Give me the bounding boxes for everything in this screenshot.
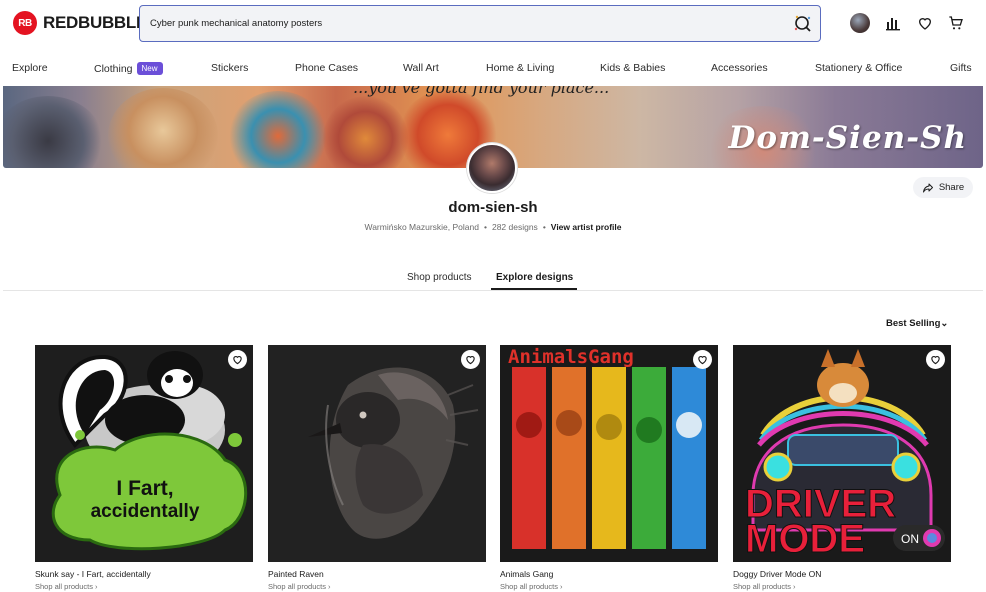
new-badge: New — [136, 62, 163, 75]
nav-explore[interactable]: Explore — [12, 62, 48, 74]
heart-icon — [931, 355, 940, 365]
artist-meta: Warmińsko Mazurskie, Poland • 282 designs •… — [364, 222, 622, 232]
share-label: Share — [938, 182, 965, 193]
doggy-driver-artwork: DRIVER MODE ON — [745, 349, 945, 562]
nav-accessories[interactable]: Accessories — [711, 62, 768, 74]
nav-wall-art[interactable]: Wall Art — [403, 62, 439, 74]
share-icon — [922, 183, 933, 192]
favorite-button[interactable] — [461, 350, 480, 369]
design-image[interactable] — [268, 345, 486, 562]
design-title[interactable]: Painted Raven — [268, 569, 486, 579]
shop-all-products-link[interactable]: Shop all products › — [733, 582, 951, 591]
nav-gifts[interactable]: Gifts — [950, 62, 972, 74]
category-nav: Explore Clothing New Stickers Phone Cases… — [0, 58, 986, 80]
profile-tabs: Shop products Explore designs — [3, 263, 983, 291]
design-title[interactable]: Skunk say - I Fart, accidentally — [35, 569, 253, 579]
shop-all-products-link[interactable]: Shop all products › — [35, 582, 253, 591]
nav-stationery-office[interactable]: Stationery & Office — [815, 62, 902, 74]
dashboard-icon[interactable] — [883, 13, 903, 33]
design-card[interactable]: DRIVER MODE ON Doggy Driver Mode ON Shop… — [733, 345, 951, 591]
active-tab-indicator — [491, 288, 577, 290]
heart-icon — [233, 355, 242, 365]
user-avatar[interactable] — [850, 13, 870, 33]
banner-script-text: ...you've gotta find your place... — [353, 86, 610, 97]
tab-shop-products[interactable]: Shop products — [407, 272, 472, 283]
artwork-text: ON — [901, 532, 919, 546]
artwork-text: MODE — [745, 517, 865, 561]
design-image[interactable]: I Fart, accidentally — [35, 345, 253, 562]
tab-explore-designs[interactable]: Explore designs — [496, 272, 573, 283]
nav-stickers[interactable]: Stickers — [211, 62, 248, 74]
search-bar — [139, 5, 821, 42]
artwork-text: I Fart, — [116, 477, 173, 500]
skunk-artwork: I Fart, accidentally — [51, 351, 248, 551]
heart-icon[interactable] — [915, 13, 935, 33]
logo-text: REDBUBBLE — [43, 13, 148, 32]
design-image[interactable]: DRIVER MODE ON — [733, 345, 951, 562]
chevron-down-icon: ⌄ — [940, 318, 949, 329]
heart-icon — [698, 355, 707, 365]
share-button[interactable]: Share — [913, 177, 973, 198]
view-artist-profile-link[interactable]: View artist profile — [551, 222, 622, 232]
artist-avatar — [467, 143, 517, 193]
nav-clothing-label: Clothing — [94, 63, 133, 75]
design-image[interactable]: AnimalsGang — [500, 345, 718, 562]
sort-dropdown[interactable]: Best Selling⌄ — [886, 318, 948, 329]
favorite-button[interactable] — [228, 350, 247, 369]
artist-location: Warmińsko Mazurskie, Poland — [364, 222, 479, 232]
design-title[interactable]: Animals Gang — [500, 569, 718, 579]
redbubble-logo[interactable]: RB REDBUBBLE — [13, 11, 147, 35]
banner-signature: Dom-Sien-Sh — [728, 120, 967, 156]
favorite-button[interactable] — [926, 350, 945, 369]
nav-kids-babies[interactable]: Kids & Babies — [600, 62, 665, 74]
favorite-button[interactable] — [693, 350, 712, 369]
design-title[interactable]: Doggy Driver Mode ON — [733, 569, 951, 579]
shop-all-products-link[interactable]: Shop all products › — [500, 582, 718, 591]
nav-phone-cases[interactable]: Phone Cases — [295, 62, 358, 74]
artwork-text: AnimalsGang — [508, 346, 634, 368]
design-card[interactable]: AnimalsGang Animals Gang Shop all produc… — [500, 345, 718, 591]
artwork-text: accidentally — [91, 501, 200, 522]
nav-home-living[interactable]: Home & Living — [486, 62, 554, 74]
design-card[interactable]: Painted Raven Shop all products › — [268, 345, 486, 591]
search-input[interactable] — [150, 6, 770, 41]
design-card[interactable]: I Fart, accidentally Skunk say - I Fart,… — [35, 345, 253, 591]
nav-clothing[interactable]: Clothing New — [94, 62, 163, 75]
shop-all-products-link[interactable]: Shop all products › — [268, 582, 486, 591]
sort-label: Best Selling — [886, 318, 941, 329]
design-count: 282 designs — [491, 222, 538, 232]
animals-gang-artwork: AnimalsGang — [508, 346, 706, 549]
artist-name: dom-sien-sh — [448, 199, 538, 216]
search-icon[interactable] — [793, 14, 813, 34]
heart-icon — [466, 355, 475, 365]
site-header: RB REDBUBBLE — [0, 0, 986, 50]
logo-badge: RB — [13, 11, 37, 35]
cart-icon[interactable] — [946, 13, 966, 33]
raven-artwork — [308, 367, 479, 539]
